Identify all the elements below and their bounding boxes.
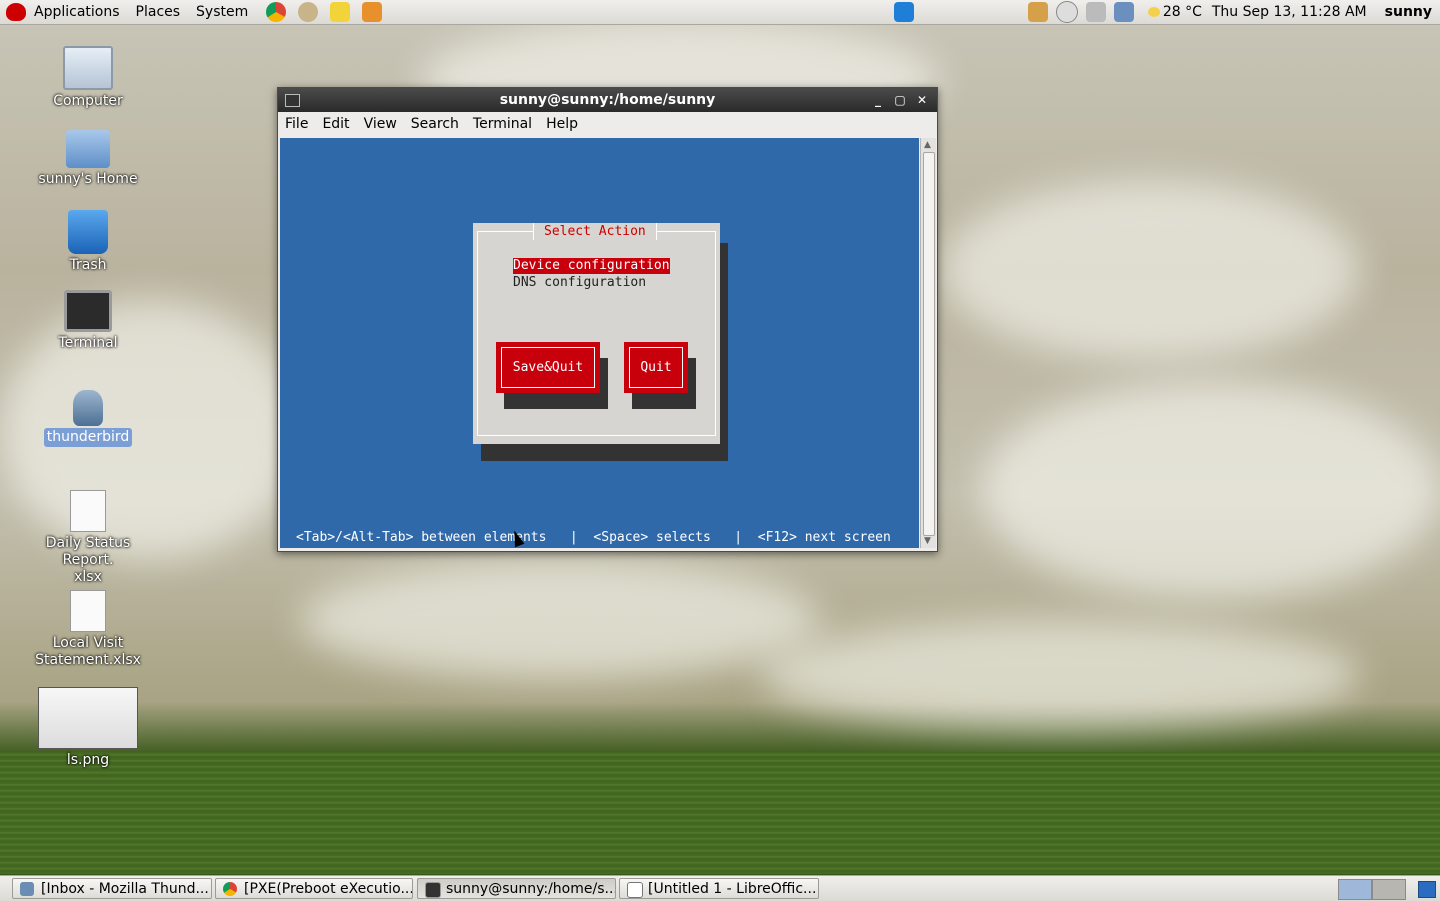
bottom-panel: [Inbox - Mozilla Thund... [PXE(Preboot e… — [0, 875, 1440, 901]
quit-button[interactable]: Quit — [624, 342, 688, 393]
task-thunderbird[interactable]: [Inbox - Mozilla Thund... — [12, 878, 212, 899]
top-panel: Applications Places System 28 °C Thu Sep… — [0, 0, 1440, 25]
menu-terminal[interactable]: Terminal — [466, 116, 539, 132]
menu-view[interactable]: View — [357, 116, 404, 132]
terminal-scrollbar[interactable]: ▲ ▼ — [920, 138, 936, 548]
desktop-icon-thunderbird[interactable]: thunderbird — [28, 390, 148, 447]
desktop-icon-ls-png[interactable]: ls.png — [28, 687, 148, 770]
computer-icon — [63, 46, 113, 90]
document-icon — [627, 882, 643, 898]
cloud — [760, 620, 1360, 730]
clock[interactable]: Thu Sep 13, 11:28 AM — [1212, 4, 1367, 20]
system-tray: 28 °C Thu Sep 13, 11:28 AM sunny — [1024, 1, 1440, 23]
task-chrome[interactable]: [PXE(Preboot eXecutio... — [215, 878, 413, 899]
volume-icon[interactable] — [1085, 2, 1106, 22]
weather-icon — [1147, 7, 1160, 17]
scroll-up-icon[interactable]: ▲ — [924, 140, 931, 150]
chrome-icon — [223, 882, 237, 896]
desktop-icon-local-visit-statement[interactable]: Local Visit Statement.xlsx — [28, 590, 148, 670]
trash-icon — [68, 210, 108, 254]
menu-help[interactable]: Help — [539, 116, 585, 132]
desktop-icon-terminal[interactable]: Terminal — [28, 290, 148, 353]
scrollbar-thumb[interactable] — [923, 152, 935, 536]
image-thumbnail-icon — [38, 687, 138, 749]
home-folder-icon — [66, 130, 110, 168]
window-title: sunny@sunny:/home/sunny — [499, 92, 716, 108]
menu-file[interactable]: File — [278, 116, 315, 132]
terminal-icon — [64, 290, 112, 332]
cloud — [940, 180, 1360, 360]
key-help-line: <Tab>/<Alt-Tab> between elements | <Spac… — [296, 530, 891, 545]
thunderbird-icon — [20, 882, 34, 896]
chrome-icon[interactable] — [266, 2, 287, 22]
workspace-1[interactable] — [1338, 879, 1372, 900]
spreadsheet-icon — [70, 490, 106, 532]
menu-search[interactable]: Search — [404, 116, 466, 132]
desktop-icon-computer[interactable]: Computer — [28, 46, 148, 111]
select-action-dialog: Select Action Device configuration DNS c… — [473, 223, 720, 444]
grass-field — [0, 752, 1440, 874]
network-icon[interactable] — [1113, 2, 1134, 22]
task-libreoffice[interactable]: [Untitled 1 - LibreOffic... — [619, 878, 819, 899]
workspace-2[interactable] — [1372, 879, 1406, 900]
clock-applet-icon[interactable] — [1055, 1, 1078, 23]
terminal-window[interactable]: sunny@sunny:/home/sunny _ ▢ ✕ File Edit … — [277, 87, 938, 552]
update-icon[interactable] — [1027, 2, 1048, 22]
menu-system[interactable]: System — [188, 0, 256, 24]
scroll-down-icon[interactable]: ▼ — [924, 536, 931, 546]
task-terminal[interactable]: sunny@sunny:/home/s... — [417, 878, 616, 899]
terminal-menubar: File Edit View Search Terminal Help — [278, 112, 937, 136]
mail-icon[interactable] — [298, 2, 319, 22]
dialog-title: Select Action — [533, 223, 657, 240]
close-icon[interactable]: ✕ — [914, 92, 930, 108]
terminal-icon — [425, 882, 441, 898]
notes-icon[interactable] — [330, 2, 351, 22]
save-quit-button[interactable]: Save&Quit — [496, 342, 600, 393]
spreadsheet-icon — [70, 590, 106, 632]
redhat-logo-icon — [6, 3, 26, 21]
terminal-screen[interactable]: Select Action Device configuration DNS c… — [280, 138, 919, 548]
window-titlebar[interactable]: sunny@sunny:/home/sunny _ ▢ ✕ — [278, 88, 937, 112]
menu-applications[interactable]: Applications — [26, 0, 128, 24]
screenshot-icon[interactable] — [362, 2, 383, 22]
desktop-icon-home[interactable]: sunny's Home — [28, 130, 148, 189]
weather-temp[interactable]: 28 °C — [1163, 4, 1202, 20]
maximize-icon[interactable]: ▢ — [892, 92, 908, 108]
user-menu[interactable]: sunny — [1385, 4, 1432, 20]
menu-edit[interactable]: Edit — [315, 116, 356, 132]
cloud — [300, 560, 820, 680]
option-device-configuration[interactable]: Device configuration — [513, 258, 670, 274]
show-desktop-icon[interactable] — [1418, 881, 1436, 898]
minimize-icon[interactable]: _ — [870, 92, 886, 108]
thunderbird-icon — [73, 390, 103, 426]
option-dns-configuration[interactable]: DNS configuration — [513, 275, 646, 291]
teamviewer-icon[interactable] — [893, 2, 914, 22]
desktop-icon-daily-status-report[interactable]: Daily Status Report. xlsx — [28, 490, 148, 587]
cloud — [980, 380, 1440, 600]
menu-places[interactable]: Places — [128, 0, 189, 24]
desktop-icon-trash[interactable]: Trash — [28, 210, 148, 275]
